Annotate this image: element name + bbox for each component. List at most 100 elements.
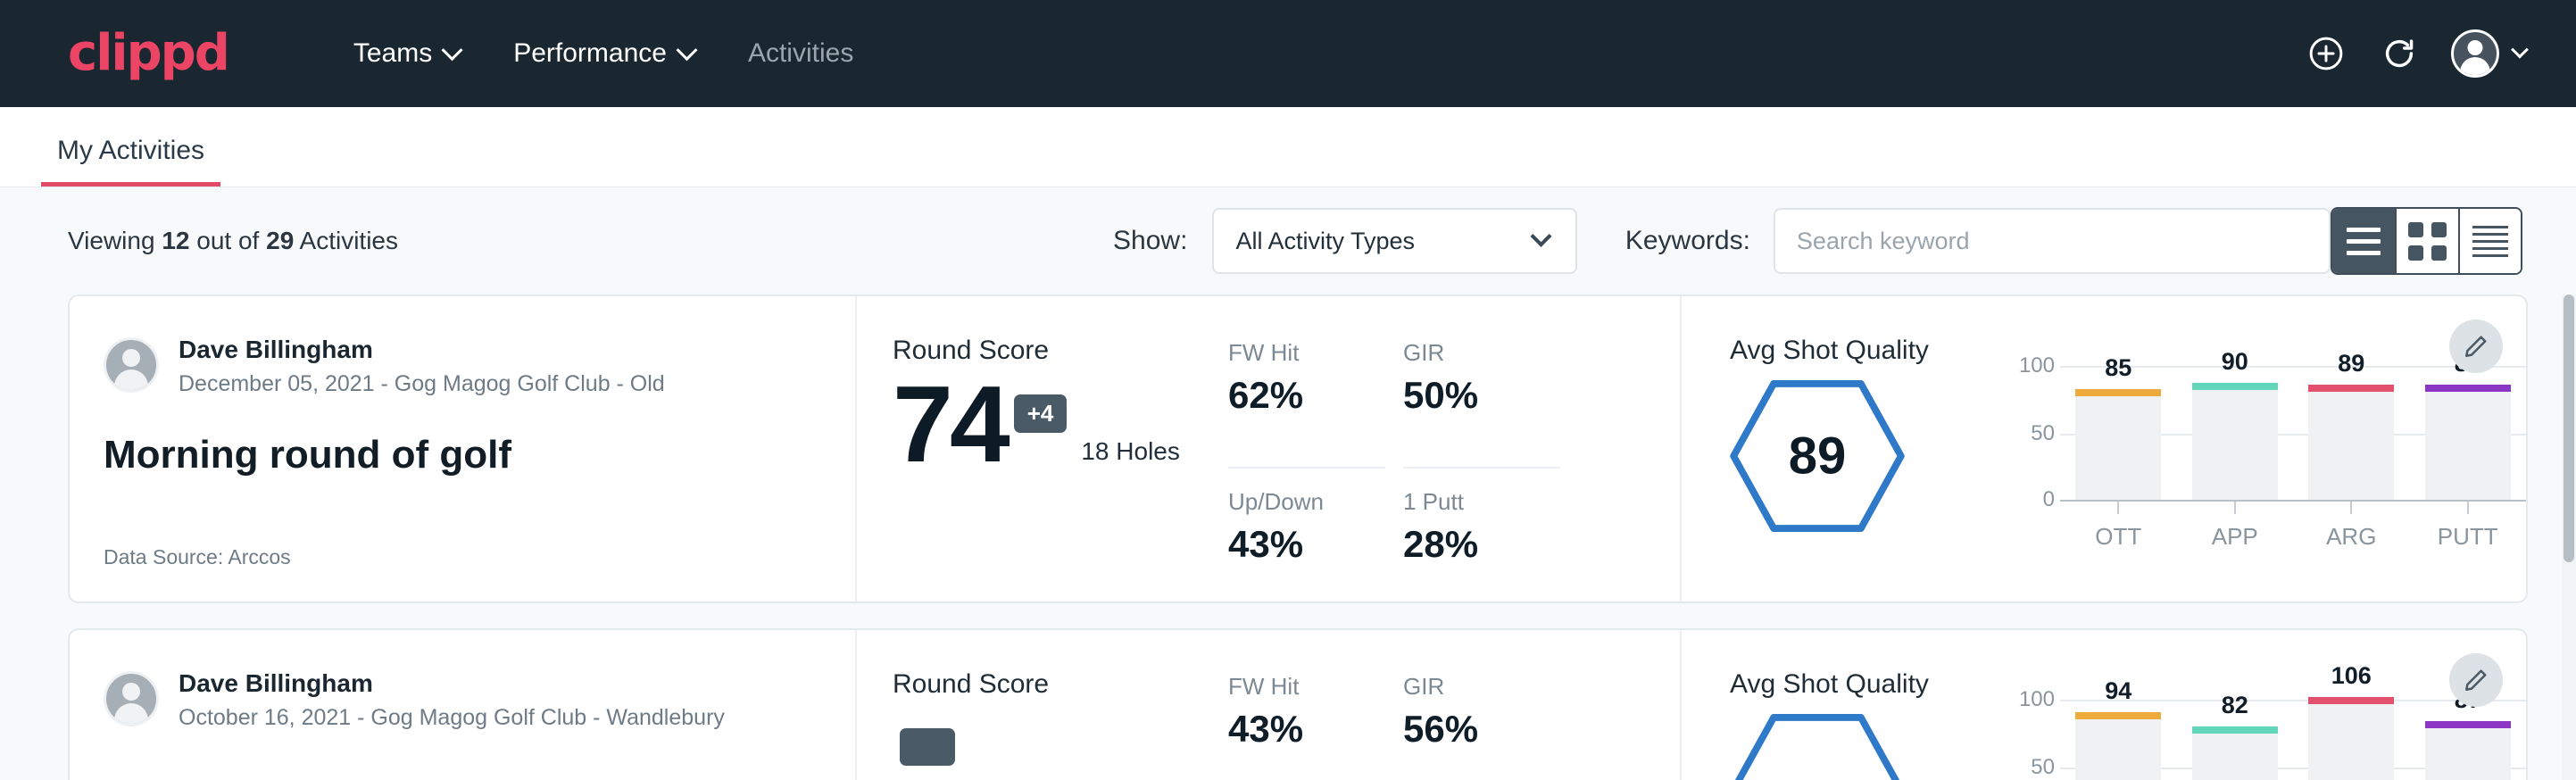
shot-quality-hexagon: 89 (1730, 380, 1905, 532)
round-score-label: Round Score (893, 669, 1228, 700)
activity-card-quality: Avg Shot Quality 100 50 0 (1682, 630, 2526, 780)
chart-x-arg-label: ARG (2293, 523, 2410, 551)
viewing-count: 12 (162, 227, 189, 254)
view-mode-list-button[interactable] (2332, 209, 2395, 273)
chart-bar-arg-cap (2308, 697, 2394, 704)
clippd-logo[interactable]: clippd (68, 29, 229, 79)
chart-bar-arg-cap (2308, 385, 2394, 392)
chart-bar-ott-value: 94 (2060, 677, 2177, 705)
edit-activity-button[interactable] (2449, 319, 2503, 373)
activity-card-score: Round Score FW Hit 43% GIR 56% (857, 630, 1682, 780)
avatar (104, 337, 159, 393)
activity-title: Morning round of golf (104, 433, 819, 477)
round-score-badge-wrap (893, 705, 955, 766)
view-mode-compact-button[interactable] (2458, 209, 2521, 273)
chart-bar-app-cap (2192, 726, 2278, 734)
chart-bar-ott: 94 (2060, 675, 2177, 780)
chart-bar-arg: 89 (2293, 341, 2410, 500)
refresh-icon[interactable] (2378, 32, 2421, 75)
chevron-down-icon (1530, 225, 1551, 246)
page-scrollbar-thumb[interactable] (2564, 295, 2574, 562)
page-scrollbar[interactable] (2562, 295, 2576, 780)
chart-x-ott-label: OTT (2060, 523, 2177, 551)
chart-x-arg: ARG (2293, 502, 2410, 551)
tab-my-activities-label: My Activities (57, 136, 204, 165)
x-tick (2467, 502, 2469, 514)
shot-quality-hexagon (1730, 714, 1905, 780)
tab-my-activities[interactable]: My Activities (41, 136, 220, 187)
round-score-badge-wrap: +4 (1007, 371, 1068, 478)
shot-quality-hexagon-wrap (1730, 714, 1998, 780)
chart-bar-putt-cap (2425, 721, 2511, 728)
stat-one-putt-value: 28% (1403, 523, 1560, 566)
activity-card-info: Dave Billingham December 05, 2021 - Gog … (70, 296, 857, 602)
plus-circle-icon[interactable] (2305, 32, 2347, 75)
keywords-label: Keywords: (1625, 226, 1750, 256)
stat-fw-hit-label: FW Hit (1228, 673, 1385, 701)
activity-type-select[interactable]: All Activity Types (1212, 208, 1576, 274)
y-tick-0: 0 (2043, 487, 2055, 512)
search-input-wrapper[interactable] (1774, 208, 2331, 274)
round-score-differential-badge (900, 728, 955, 766)
stat-one-putt: 1 Putt 28% (1403, 488, 1560, 602)
shot-quality-block: Avg Shot Quality (1730, 669, 1998, 780)
chart-bar-ott: 85 (2060, 341, 2177, 500)
shot-quality-hexagon-wrap: 89 (1730, 380, 1998, 532)
activity-card[interactable]: Dave Billingham October 16, 2021 - Gog M… (68, 628, 2528, 780)
stat-gir-value: 50% (1403, 374, 1560, 417)
stat-gir: GIR 56% (1403, 673, 1560, 780)
activity-card[interactable]: Dave Billingham December 05, 2021 - Gog … (68, 295, 2528, 603)
chart-x-putt: PUTT (2410, 502, 2527, 551)
chart-y-axis: 100 50 0 (1998, 675, 2060, 780)
stat-fw-hit: FW Hit 62% (1228, 339, 1385, 469)
stat-gir: GIR 50% (1403, 339, 1560, 469)
shot-quality-label: Avg Shot Quality (1730, 669, 1998, 700)
viewing-total: 29 (266, 227, 294, 254)
chart-bar-app-value: 90 (2177, 348, 2294, 376)
stat-one-putt-label: 1 Putt (1403, 488, 1560, 516)
nav-item-performance[interactable]: Performance (486, 29, 721, 78)
stat-up-down: Up/Down 43% (1228, 488, 1385, 602)
stat-gir-value: 56% (1403, 708, 1560, 751)
stat-up-down-label: Up/Down (1228, 488, 1385, 516)
x-tick (2117, 502, 2119, 514)
search-input[interactable] (1797, 228, 2307, 255)
chart-x-ott: OTT (2060, 502, 2177, 551)
stat-fw-hit-label: FW Hit (1228, 339, 1385, 367)
round-score-label: Round Score (893, 336, 1228, 366)
nav-item-activities[interactable]: Activities (721, 29, 880, 78)
activity-card-score: Round Score 74 +4 18 Holes FW Hit 62% GI… (857, 296, 1682, 602)
activity-card-quality: Avg Shot Quality 89 100 50 0 (1682, 296, 2526, 602)
chart-x-putt-label: PUTT (2410, 523, 2527, 551)
round-score-value: 74 (893, 371, 1007, 478)
chart-x-axis: OTT APP ARG PUTT (2060, 502, 2526, 551)
round-score-row (893, 705, 1228, 766)
chart-y-axis: 100 50 0 (1998, 341, 2060, 502)
x-tick (2234, 502, 2236, 514)
shot-quality-bar-chart: 100 50 0 94 (1998, 669, 2526, 780)
round-score-block: Round Score 74 +4 18 Holes (893, 336, 1228, 602)
main-nav-links: Teams Performance Activities (327, 29, 880, 78)
edit-activity-button[interactable] (2449, 653, 2503, 707)
viewing-suffix: Activities (300, 227, 398, 254)
nav-item-teams[interactable]: Teams (327, 29, 486, 78)
round-score-row: 74 +4 18 Holes (893, 371, 1228, 478)
top-navigation-bar: clippd Teams Performance Activities (0, 0, 2576, 107)
activities-list: Dave Billingham December 05, 2021 - Gog … (0, 295, 2576, 780)
round-score-differential-badge: +4 (1014, 394, 1068, 433)
chart-bar-arg-value: 106 (2293, 662, 2410, 690)
y-tick-100: 100 (2019, 687, 2055, 712)
account-avatar (2451, 29, 2499, 78)
account-menu[interactable] (2451, 29, 2526, 78)
activity-type-select-value: All Activity Types (1235, 228, 1415, 255)
chart-bar-ott-value: 85 (2060, 354, 2177, 382)
y-tick-50: 50 (2031, 421, 2055, 446)
view-mode-grid-button[interactable] (2395, 209, 2457, 273)
activity-author: Dave Billingham October 16, 2021 - Gog M… (104, 669, 819, 731)
activity-author-name: Dave Billingham (179, 669, 725, 698)
viewing-count-text: Viewing 12 out of 29 Activities (68, 227, 398, 255)
shot-quality-bar-chart: 100 50 0 85 (1998, 336, 2526, 602)
shot-quality-value: 89 (1730, 427, 1905, 486)
activity-author-text: Dave Billingham October 16, 2021 - Gog M… (179, 669, 725, 731)
avatar (104, 671, 159, 726)
